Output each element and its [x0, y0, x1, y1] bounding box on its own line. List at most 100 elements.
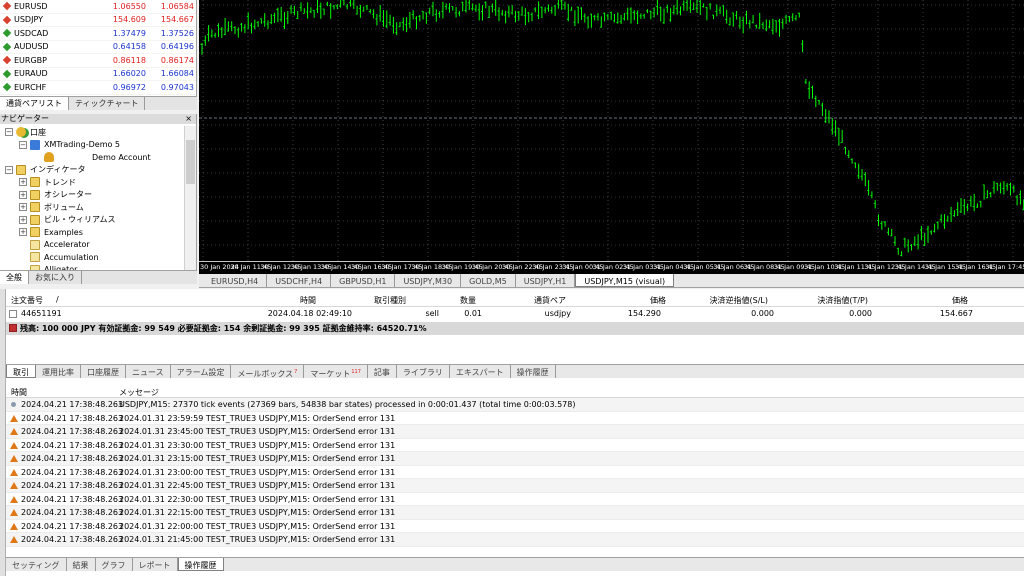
navigator-tab[interactable]: お気に入り [29, 271, 82, 284]
log-row[interactable]: 2024.04.21 17:38:48.263 2024.01.31 23:15:… [6, 452, 1024, 466]
tester-tab[interactable]: 操作履歴 [177, 558, 224, 571]
toolbox-tab[interactable]: 操作履歴 [511, 365, 556, 378]
chart-tab[interactable]: GBPUSD,H1 [331, 274, 396, 287]
tester-tab[interactable]: グラフ [96, 558, 133, 571]
navigator-node[interactable]: + ビル・ウィリアムス [0, 214, 184, 227]
chart-tab[interactable]: USDJPY,M30 [395, 274, 462, 287]
market-watch-row[interactable]: AUDUSD 0.64158 0.64196 [0, 41, 196, 54]
toolbox-tab[interactable]: 口座履歴 [81, 365, 126, 378]
trade-row[interactable]: 44651191 2024.04.18 02:49:10 sell 0.01 usdjp… [6, 308, 1024, 321]
market-watch-tab[interactable]: 通貨ペアリスト [0, 97, 69, 110]
toolbox-tab[interactable]: ニュース [126, 365, 171, 378]
toolbox-tab-label: メールボックス [237, 369, 294, 379]
time-axis: 30 Jan 2024 30 Jan 11:45 30 Jan 12:45 30 Ja… [199, 261, 1024, 274]
trade-column-header[interactable]: 価格 [650, 295, 666, 306]
log-row[interactable]: 2024.04.21 17:38:48.263 USDJPY,M15: 27370… [6, 398, 1024, 412]
log-time: 2024.04.21 17:38:48.263 [21, 413, 124, 423]
expand-icon[interactable]: + [19, 228, 27, 237]
ask-price: 1.66084 [160, 69, 194, 79]
expand-icon[interactable]: + [19, 215, 27, 224]
toolbox-tab[interactable]: マーケット117 [304, 365, 368, 379]
toolbox-tab[interactable]: 運用比率 [36, 365, 81, 378]
tester-tab[interactable]: セッティング [6, 558, 67, 571]
log-row[interactable]: 2024.04.21 17:38:48.263 2024.01.31 22:00:… [6, 520, 1024, 533]
info-icon [11, 402, 16, 407]
trade-column-header[interactable]: 決済指値(T/P) [817, 295, 868, 306]
toolbox-tab-label: 取引 [13, 368, 29, 377]
collapse-icon[interactable]: − [19, 140, 27, 149]
log-row[interactable]: 2024.04.21 17:38:48.263 2024.01.31 22:30:… [6, 493, 1024, 506]
market-watch-row[interactable]: USDJPY 154.609 154.667 [0, 14, 196, 27]
toolbox-tab[interactable]: メールボックス7 [231, 365, 305, 379]
symbol-name: AUDUSD [14, 42, 49, 52]
trade-column-header[interactable]: / [56, 295, 59, 304]
trade-cell-ticket: 44651191 [21, 309, 62, 318]
expand-icon[interactable]: + [19, 178, 27, 187]
trade-column-header[interactable]: 取引種別 [374, 295, 406, 306]
log-row[interactable]: 2024.04.21 17:38:48.263 2024.01.31 23:00:… [6, 466, 1024, 479]
navigator-node[interactable]: − インディケータ [0, 164, 184, 177]
market-watch-row[interactable]: EURCHF 0.96972 0.97043 [0, 81, 196, 95]
toolbox-tab[interactable]: ライブラリ [397, 365, 450, 378]
navigator-node[interactable]: − XMTrading-Demo 5 [0, 139, 184, 152]
collapse-icon[interactable]: − [5, 128, 13, 137]
log-message: 2024.01.31 23:45:00 TEST_TRUE3 USDJPY,M1… [119, 427, 396, 436]
navigator-node[interactable]: − 口座 [0, 126, 184, 139]
chart-tab[interactable]: EURUSD,H4 [203, 274, 268, 287]
warning-icon [10, 468, 18, 476]
chart-tab[interactable]: GOLD,M5 [461, 274, 516, 287]
log-row[interactable]: 2024.04.21 17:38:48.263 2024.01.31 21:45:… [6, 533, 1024, 547]
tester-tab[interactable]: レポート [133, 558, 178, 571]
navigator-scrollbar[interactable] [184, 126, 196, 270]
close-icon[interactable]: × [185, 114, 196, 124]
trade-column-header[interactable]: 数量 [460, 295, 476, 306]
trade-column-header[interactable]: 価格 [952, 295, 968, 306]
market-watch-row[interactable]: EURGBP 0.86118 0.86174 [0, 54, 196, 68]
trade-cell-volume: 0.01 [464, 309, 482, 318]
log-row[interactable]: 2024.04.21 17:38:48.263 2024.01.31 23:45:… [6, 425, 1024, 439]
server-icon [30, 139, 40, 150]
expand-icon[interactable]: + [19, 203, 27, 212]
log-header-time[interactable]: 時間 [11, 387, 27, 398]
navigator-node[interactable]: + ボリューム [0, 201, 184, 214]
chart-tab[interactable]: USDCHF,H4 [267, 274, 332, 287]
market-watch-list: EURUSD 1.06550 1.06584 USDJPY 154.609 154.667… [0, 0, 196, 95]
symbol-cell: EURGBP [0, 56, 100, 65]
navigator-node[interactable]: Accumulation [0, 251, 184, 264]
trade-column-header[interactable]: 通貨ペア [534, 295, 566, 306]
navigator-node[interactable]: Demo Account [0, 151, 184, 164]
market-watch-row[interactable]: EURAUD 1.66020 1.66084 [0, 68, 196, 81]
navigator-node[interactable]: + オシレーター [0, 189, 184, 202]
log-row[interactable]: 2024.04.21 17:38:48.263 2024.01.31 22:45:… [6, 479, 1024, 493]
log-time: 2024.04.21 17:38:48.263 [21, 467, 124, 477]
log-row[interactable]: 2024.04.21 17:38:48.263 2024.01.31 22:15:… [6, 506, 1024, 520]
price-direction-icon [2, 69, 12, 78]
toolbox-tab[interactable]: エキスパート [450, 365, 511, 378]
toolbox-tab[interactable]: 記事 [368, 365, 397, 378]
chart-area[interactable] [199, 0, 1024, 274]
toolbox-tab-label: ニュース [132, 368, 164, 377]
candle-chart[interactable] [199, 0, 1024, 274]
log-header-message[interactable]: メッセージ [119, 387, 159, 398]
market-watch-tab[interactable]: ティックチャート [69, 97, 146, 110]
log-row[interactable]: 2024.04.21 17:38:48.263 2024.01.31 23:59:… [6, 412, 1024, 425]
navigator-node[interactable]: + トレンド [0, 176, 184, 189]
expand-icon[interactable]: + [19, 190, 27, 199]
toolbox-tab[interactable]: 取引 [6, 365, 36, 378]
trade-column-header[interactable]: 注文番号 [11, 295, 43, 306]
toolbox-tab[interactable]: アラーム設定 [171, 365, 232, 378]
navigator-node[interactable]: Accelerator [0, 239, 184, 252]
scrollbar-thumb[interactable] [186, 140, 195, 184]
log-row[interactable]: 2024.04.21 17:38:48.263 2024.01.31 23:30:… [6, 439, 1024, 452]
chart-tab[interactable]: USDJPY,H1 [516, 274, 576, 287]
navigator-node[interactable]: + Examples [0, 226, 184, 239]
collapse-icon[interactable]: − [5, 165, 13, 174]
market-watch-row[interactable]: EURUSD 1.06550 1.06584 [0, 0, 196, 14]
trade-column-header[interactable]: 時間 [300, 295, 316, 306]
trade-column-header[interactable]: 決済逆指値(S/L) [710, 295, 768, 306]
navigator-tab[interactable]: 全般 [0, 271, 29, 284]
order-icon [9, 310, 17, 318]
market-watch-row[interactable]: USDCAD 1.37479 1.37526 [0, 27, 196, 41]
chart-tab[interactable]: USDJPY,M15 (visual) [575, 274, 675, 287]
tester-tab[interactable]: 結果 [67, 558, 96, 571]
